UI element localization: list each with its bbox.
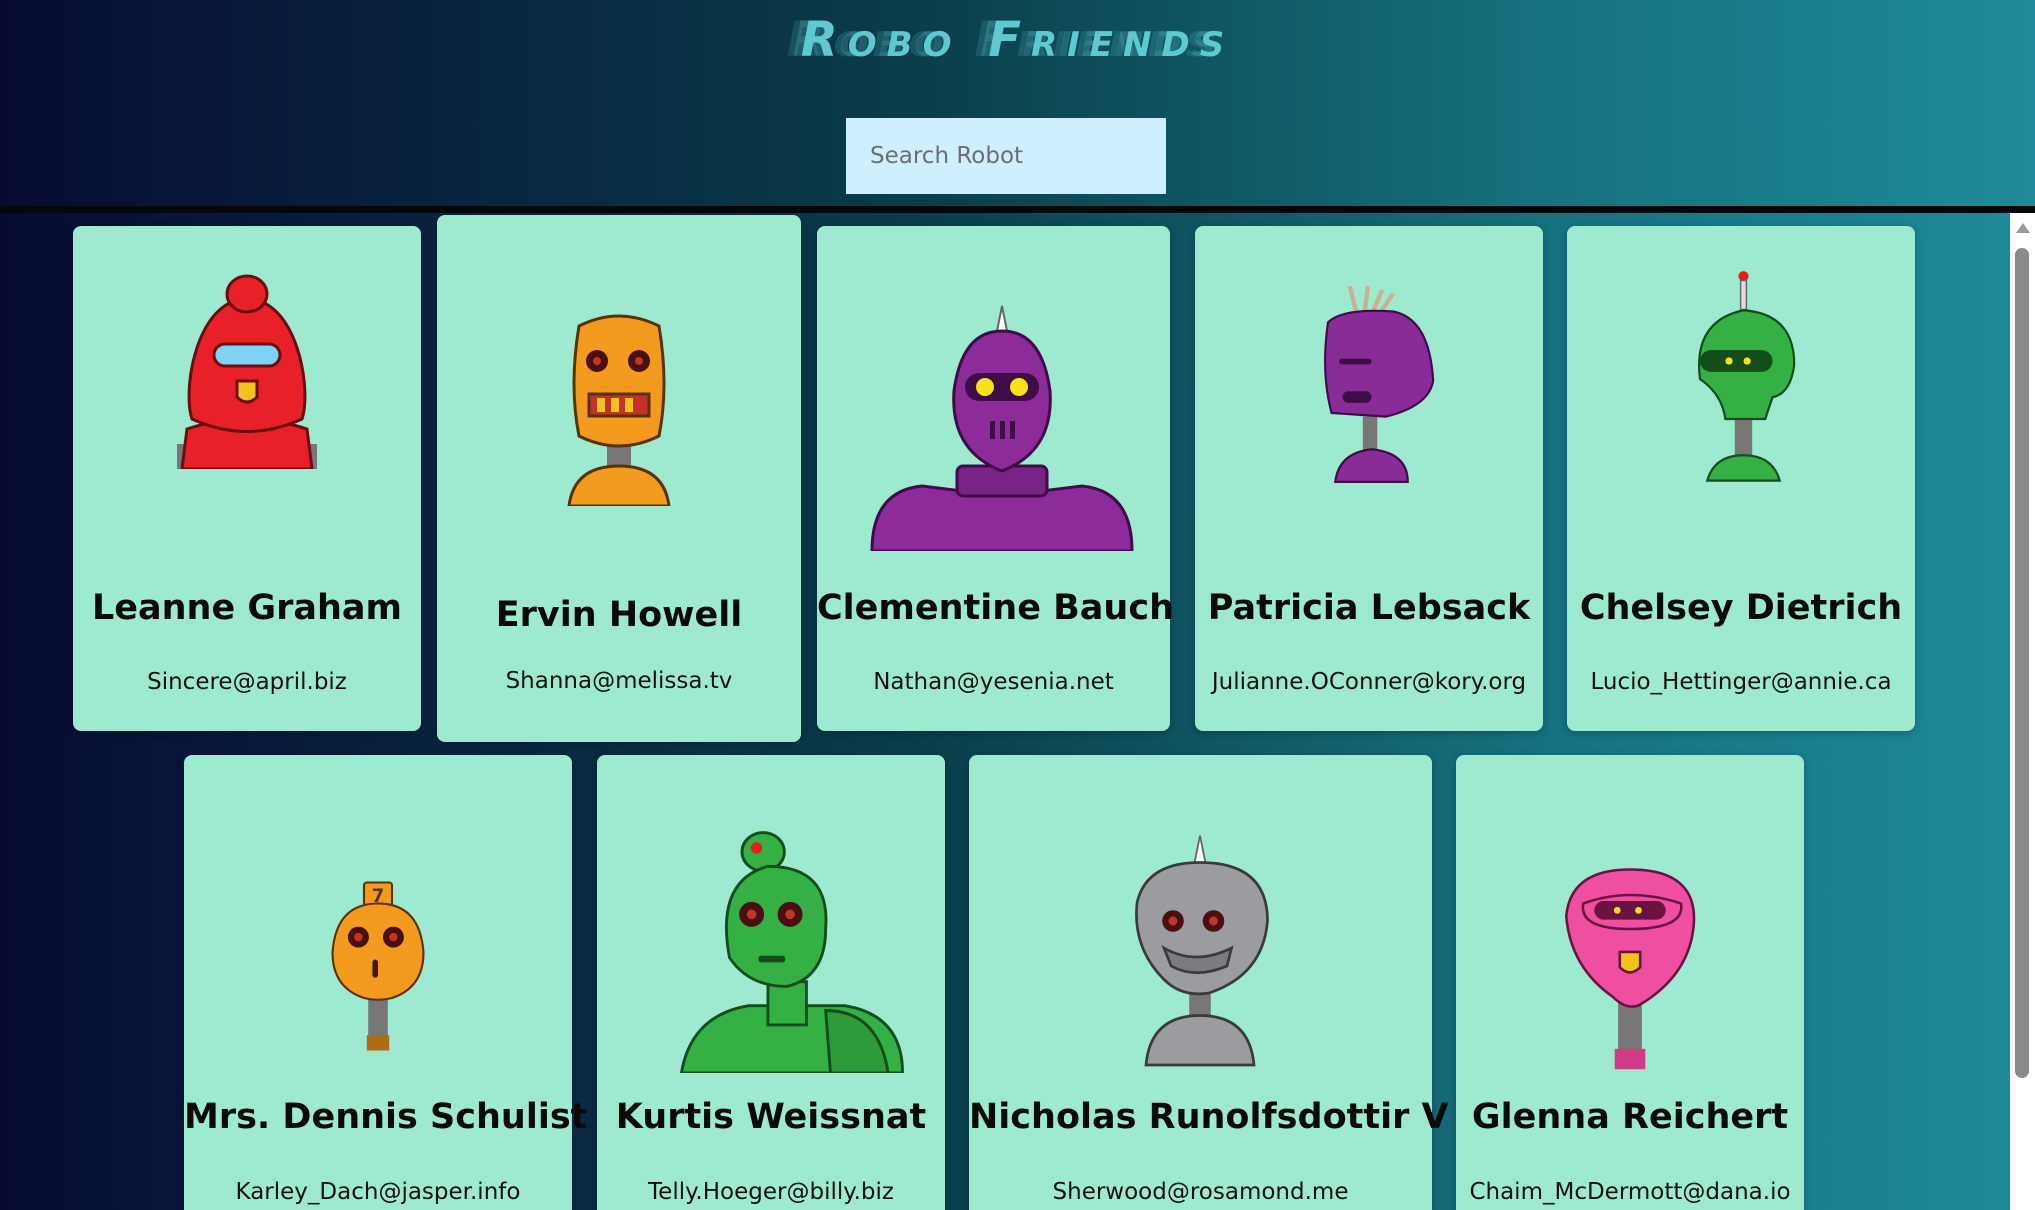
robot-card[interactable]: Chelsey Dietrich Lucio_Hettinger@annie.c…: [1567, 226, 1915, 731]
scroll-up-arrow-icon[interactable]: [2016, 223, 2030, 233]
green-robot-icon: [1698, 271, 1796, 482]
robot-card[interactable]: Kurtis Weissnat Telly.Hoeger@billy.biz: [597, 755, 945, 1210]
robot-name: Glenna Reichert: [1471, 1097, 1789, 1137]
robot-card[interactable]: 7 Mrs. Dennis Schulist Karley_Dach@jaspe…: [184, 755, 588, 1210]
robot-name: Kurtis Weissnat: [615, 1097, 927, 1137]
robot-name: Leanne Graham: [91, 588, 403, 628]
search-input[interactable]: [846, 118, 1166, 194]
purple-robot-icon: [1324, 285, 1435, 483]
robot-email: Shanna@melissa.tv: [505, 668, 733, 694]
robot-card[interactable]: Ervin Howell Shanna@melissa.tv: [437, 215, 801, 742]
purple-robot-icon: [870, 305, 1134, 551]
robot-email: Julianne.OConner@kory.org: [1211, 669, 1527, 695]
robot-email: Lucio_Hettinger@annie.ca: [1590, 669, 1892, 695]
robot-email: Karley_Dach@jasper.info: [235, 1179, 521, 1205]
robot-name: Ervin Howell: [495, 595, 743, 635]
robot-email: Sherwood@rosamond.me: [1052, 1179, 1349, 1205]
robot-name: Nicholas Runolfsdottir V: [969, 1097, 1449, 1137]
robot-name: Patricia Lebsack: [1207, 588, 1531, 628]
robot-name: Clementine Bauch: [817, 588, 1174, 628]
green-robot-icon: [679, 831, 905, 1073]
robot-email: Chaim_McDermott@dana.io: [1469, 1179, 1791, 1205]
robot-card[interactable]: Glenna Reichert Chaim_McDermott@dana.io: [1456, 755, 1804, 1210]
header: Robo Friends: [0, 0, 2035, 206]
header-divider: [0, 206, 2035, 213]
red-robot-icon: [177, 274, 317, 469]
robot-card[interactable]: Patricia Lebsack Julianne.OConner@kory.o…: [1195, 226, 1543, 731]
orange-robot-icon: [567, 314, 671, 506]
robot-email: Telly.Hoeger@billy.biz: [648, 1179, 894, 1205]
pink-robot-icon: [1564, 868, 1696, 1070]
robot-card-list: Leanne Graham Sincere@april.biz Ervin Ho…: [0, 213, 2010, 1210]
robot-name: Chelsey Dietrich: [1579, 588, 1903, 628]
robot-card[interactable]: Clementine Bauch Nathan@yesenia.net: [817, 226, 1174, 731]
app-title: Robo Friends: [800, 12, 1235, 68]
orange-robot-icon: 7: [331, 881, 425, 1051]
scrollbar-thumb[interactable]: [2015, 248, 2029, 1078]
vertical-scrollbar[interactable]: [2010, 213, 2035, 1210]
robot-card[interactable]: Leanne Graham Sincere@april.biz: [73, 226, 421, 731]
gray-robot-icon: [1135, 835, 1269, 1067]
robot-email: Sincere@april.biz: [147, 669, 347, 695]
robot-name: Mrs. Dennis Schulist: [184, 1097, 588, 1137]
robot-email: Nathan@yesenia.net: [873, 669, 1114, 695]
robot-card[interactable]: Nicholas Runolfsdottir V Sherwood@rosamo…: [969, 755, 1449, 1210]
